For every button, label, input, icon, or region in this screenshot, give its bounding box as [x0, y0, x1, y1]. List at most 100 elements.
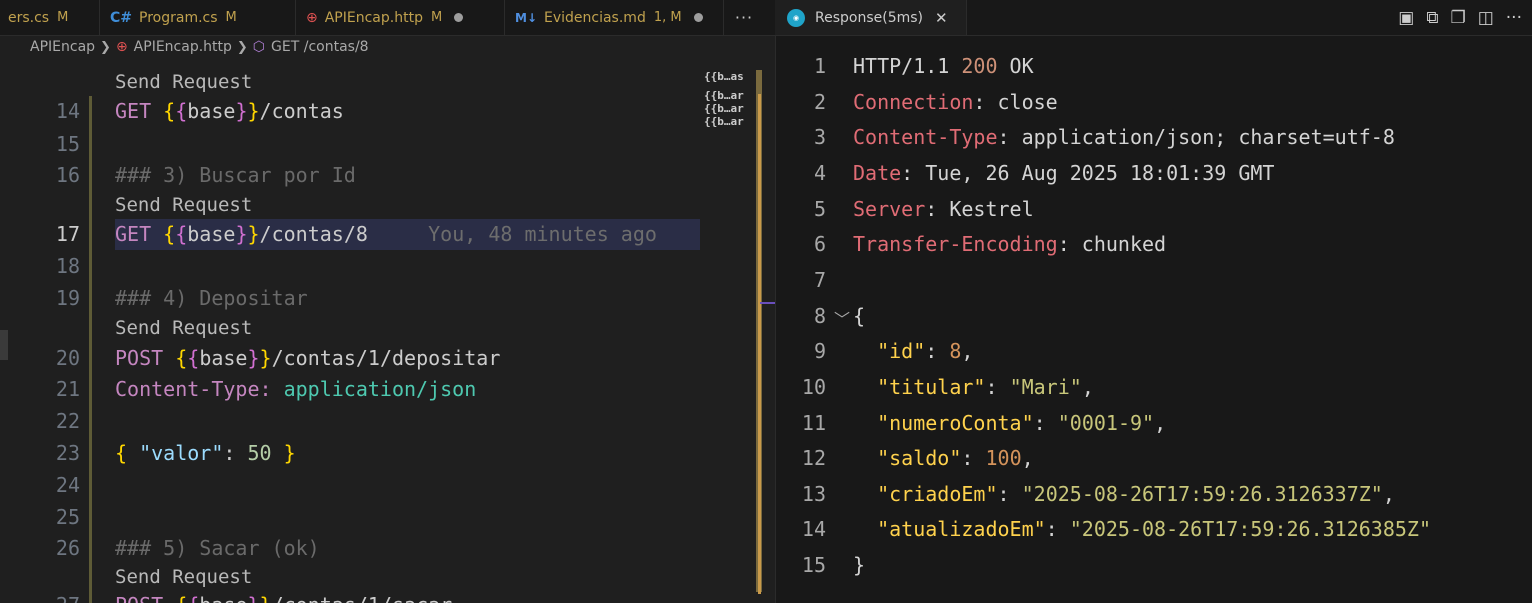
- status-line: HTTP/1.1 200 OK: [853, 54, 1034, 78]
- split-editor-icon[interactable]: ◫: [1478, 8, 1494, 28]
- chevron-right-icon: ❯: [236, 39, 248, 55]
- line-number: 5: [813, 197, 826, 221]
- more-actions-icon[interactable]: ···: [724, 0, 764, 35]
- breadcrumb: APIEncap ❯ ⊕ APIEncap.http ❯ ⬡ GET /cont…: [0, 36, 775, 58]
- header-line: Content-Type: application/json: [115, 377, 476, 401]
- globe-icon: ⊕: [306, 9, 318, 26]
- json-value: 100: [985, 446, 1022, 470]
- rest-client-icon: ◉: [787, 8, 805, 27]
- send-request-link[interactable]: Send Request: [115, 71, 252, 93]
- tab-apiencap-http[interactable]: ⊕ APIEncap.http M: [296, 0, 505, 35]
- response-header: Connection: close: [853, 90, 1058, 114]
- line-number: 21: [55, 377, 80, 401]
- send-request-link[interactable]: Send Request: [115, 194, 252, 216]
- chevron-down-icon[interactable]: ﹀: [834, 306, 850, 330]
- close-icon[interactable]: ✕: [935, 9, 948, 27]
- scrollbar-change-marker: [758, 94, 761, 594]
- header-name: Server: [853, 197, 926, 221]
- split-sash[interactable]: [760, 302, 775, 304]
- json-property: "titular": "Mari",: [877, 375, 1094, 399]
- response-header: Content-Type: application/json; charset=…: [853, 125, 1395, 149]
- activity-edge: [0, 330, 8, 360]
- json-brace: {: [853, 304, 866, 328]
- editor-actions: ▣ ⧉ ❐ ◫ ···: [1398, 0, 1522, 35]
- tab-label: APIEncap.http: [324, 9, 423, 26]
- variable: base: [187, 99, 236, 123]
- markdown-file-icon: M↓: [515, 10, 537, 25]
- breadcrumb-file[interactable]: APIEncap.http: [134, 39, 232, 55]
- comment-line: ### 3) Buscar por Id: [115, 163, 356, 187]
- tab-response[interactable]: ◉ Response(5ms) ✕: [775, 0, 967, 35]
- header-name: Transfer-Encoding: [853, 232, 1058, 256]
- more-actions-icon[interactable]: ···: [1506, 8, 1522, 28]
- tab-label: Program.cs: [139, 9, 218, 26]
- json-value: "0001-9": [1057, 411, 1155, 435]
- json-value: "Mari": [1009, 375, 1082, 399]
- chevron-right-icon: ❯: [100, 39, 111, 55]
- unsaved-dot-icon[interactable]: [454, 13, 464, 22]
- comment-line: ### 5) Sacar (ok): [115, 536, 320, 560]
- http-method: GET: [115, 222, 152, 246]
- variable: base: [199, 593, 247, 603]
- csharp-file-icon: C#: [110, 9, 133, 26]
- send-request-link[interactable]: Send Request: [115, 317, 252, 339]
- line-number: 3: [813, 125, 826, 149]
- line-number: 6: [813, 232, 826, 256]
- code-line: GET {{base}}/contas/8 You, 48 minutes ag…: [115, 222, 657, 246]
- body-line: { "valor": 50 }: [115, 441, 296, 465]
- json-value: "2025-08-26T17:59:26.3126385Z": [1069, 517, 1431, 541]
- modified-badge: M: [225, 10, 237, 25]
- line-number: 4: [813, 161, 826, 185]
- tab-evidencias-md[interactable]: M↓ Evidencias.md 1, M: [505, 0, 724, 35]
- line-number: 16: [55, 163, 80, 187]
- modified-badge: 1, M: [653, 10, 682, 25]
- http-editor[interactable]: Send Request 14 GET {{base}}/contas 15 1…: [0, 58, 775, 603]
- minimap-line: {{b…ar: [704, 102, 744, 115]
- line-number: 22: [55, 409, 80, 433]
- tab-ers-cs[interactable]: ers.cs M: [0, 0, 100, 35]
- header-name: Content-Type: [853, 125, 998, 149]
- send-request-link[interactable]: Send Request: [115, 566, 252, 588]
- tab-label: ers.cs: [8, 9, 50, 26]
- line-number: 15: [801, 553, 826, 577]
- line-number: 15: [55, 132, 80, 156]
- header-name: Connection: [853, 90, 974, 114]
- status-text: OK: [1009, 54, 1034, 78]
- header-value: application/json: [283, 377, 477, 401]
- minimap[interactable]: {{b…as {{b…ar {{b…ar {{b…ar: [704, 66, 756, 146]
- line-number: 18: [55, 254, 80, 278]
- line-number: 12: [801, 446, 826, 470]
- tab-program-cs[interactable]: C# Program.cs M: [100, 0, 296, 35]
- code-line: GET {{base}}/contas: [115, 99, 344, 123]
- modified-badge: M: [430, 10, 443, 25]
- response-header: Date: Tue, 26 Aug 2025 18:01:39 GMT: [853, 161, 1275, 185]
- copy-icon[interactable]: ❐: [1450, 8, 1465, 28]
- comment-line: ### 4) Depositar: [115, 286, 308, 310]
- breadcrumb-symbol[interactable]: GET /contas/8: [271, 39, 369, 55]
- breadcrumb-folder[interactable]: APIEncap: [30, 39, 95, 55]
- http-method: POST: [115, 593, 163, 603]
- variable: base: [199, 346, 248, 370]
- http-version: HTTP/1.1: [853, 54, 950, 78]
- url-path: /contas: [259, 99, 344, 123]
- git-modified-gutter: [89, 96, 92, 603]
- response-viewer[interactable]: 1 HTTP/1.1 200 OK 2 Connection: close 3 …: [776, 36, 1532, 603]
- url-path: /contas/1/depositar: [271, 346, 501, 370]
- json-key: "numeroConta": [877, 411, 1034, 435]
- cube-icon: ⬡: [252, 39, 266, 55]
- tab-label: Response(5ms): [815, 9, 924, 26]
- line-number: 1: [813, 54, 826, 78]
- line-number: 7: [813, 268, 826, 292]
- git-blame-annotation: You, 48 minutes ago: [428, 222, 657, 246]
- url-path: /contas/1/sacar: [272, 593, 453, 603]
- json-property: "id": 8,: [877, 339, 974, 363]
- line-number: 19: [55, 286, 80, 310]
- modified-badge: M: [57, 10, 69, 25]
- unsaved-dot-icon[interactable]: [693, 13, 703, 22]
- save-icon[interactable]: ▣: [1398, 8, 1414, 28]
- line-number: 20: [55, 346, 80, 370]
- line-number: 13: [801, 482, 826, 506]
- save-all-icon[interactable]: ⧉: [1426, 8, 1438, 28]
- header-name: Date: [853, 161, 902, 185]
- json-key: "id": [877, 339, 926, 363]
